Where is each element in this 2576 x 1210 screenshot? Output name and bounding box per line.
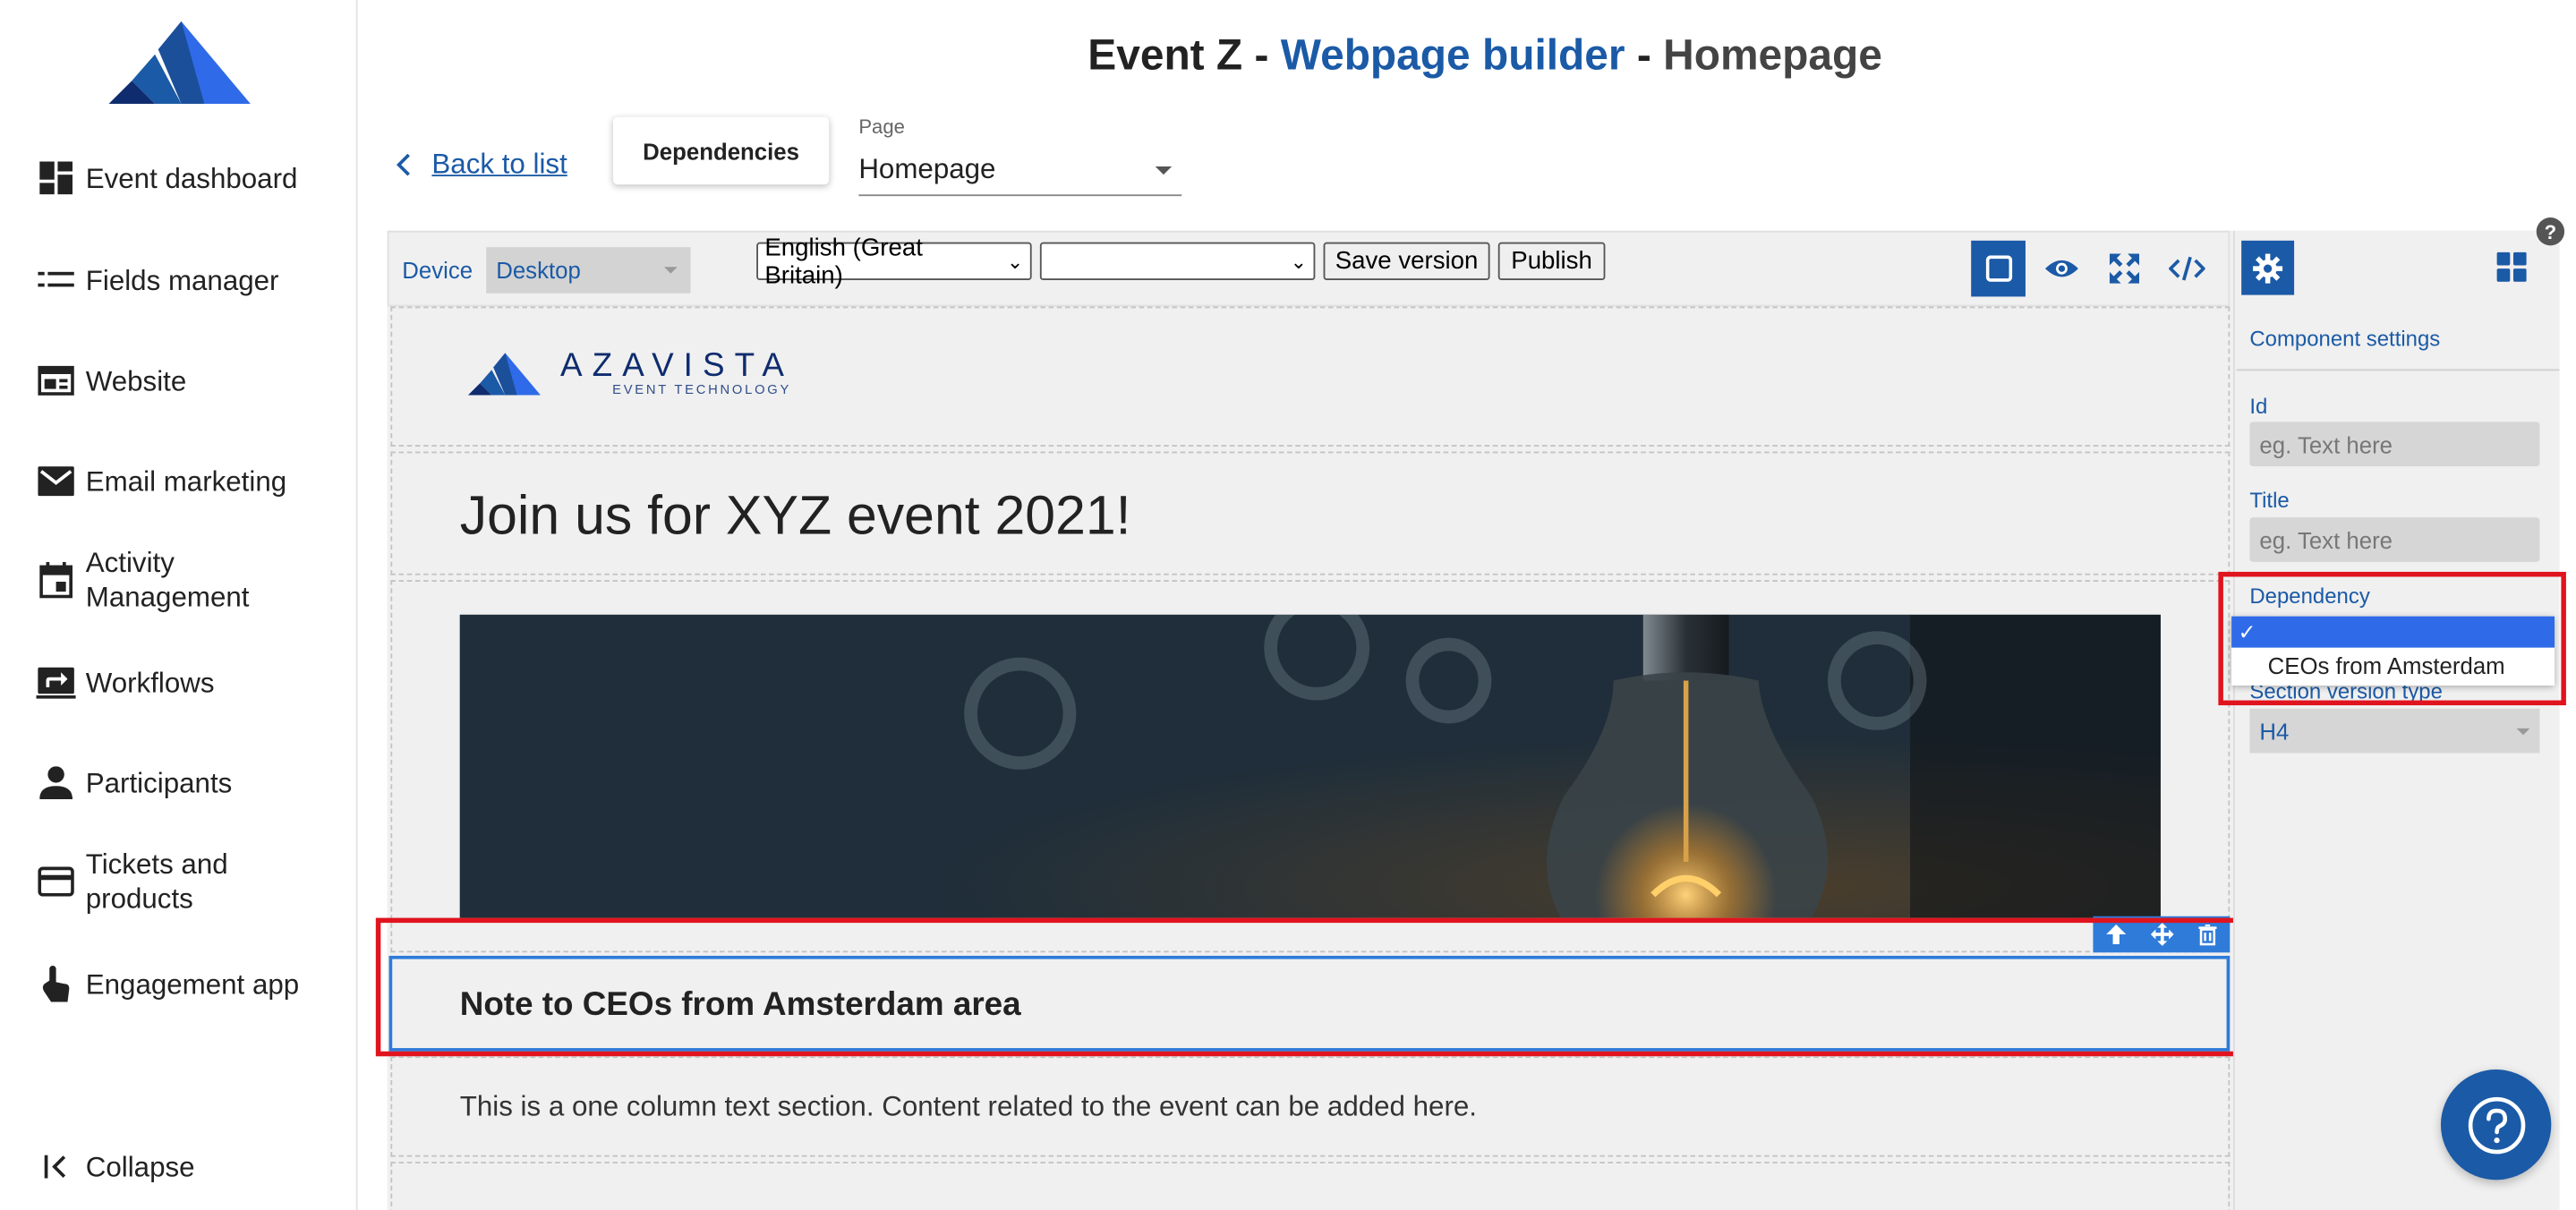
save-version-button[interactable]: Save version [1323, 242, 1490, 281]
gear-icon [2253, 252, 2283, 283]
sidebar-item-label: Website [85, 364, 187, 396]
sidebar-item-label: Participants [85, 767, 233, 799]
logo-wordmark: AZAVISTA [560, 347, 795, 385]
sidebar: Event dashboard Fields manager Website E… [0, 0, 358, 1210]
sidebar-item-workflows[interactable]: Workflows [36, 662, 215, 702]
page-label: Page [858, 115, 905, 139]
select-mode-button[interactable] [1971, 240, 2026, 297]
help-button[interactable] [2440, 1069, 2552, 1180]
workflow-icon [36, 662, 76, 702]
publish-button[interactable]: Publish [1497, 242, 1606, 281]
sidebar-item-participants[interactable]: Participants [37, 763, 233, 803]
device-label: Device [402, 257, 473, 284]
square-icon [1984, 255, 2012, 282]
sidebar-item-label: Fields manager [85, 264, 279, 296]
azavista-logo[interactable] [108, 21, 251, 105]
dashboard-icon [37, 158, 76, 198]
sidebar-item-engagement-app[interactable]: Engagement app [37, 964, 300, 1003]
highlight-box-dependency [2218, 571, 2566, 706]
language-select[interactable]: English (Great Britain) ⌄ [756, 234, 1032, 289]
sidebar-item-label: Email marketing [85, 465, 287, 498]
question-icon [2467, 1095, 2525, 1154]
dropdown-caret-icon [1155, 166, 1173, 175]
empty-section[interactable] [390, 1162, 2231, 1210]
blocks-tab[interactable] [2496, 251, 2527, 290]
sidebar-item-fields-manager[interactable]: Fields manager [37, 260, 279, 300]
sidebar-item-activity-management[interactable]: Activity Management [37, 545, 284, 614]
component-settings-tab[interactable] [2241, 240, 2295, 295]
person-icon [37, 763, 76, 803]
collapse-button[interactable]: Collapse [37, 1147, 195, 1187]
mail-icon [37, 462, 76, 501]
azavista-logo [467, 353, 541, 396]
version-select[interactable]: ⌄ [1039, 242, 1316, 281]
title-label: Title [2249, 488, 2290, 513]
chevron-down-icon: ⌄ [1006, 249, 1024, 273]
sidebar-item-tickets-and-products[interactable]: Tickets and products [37, 847, 251, 916]
collapse-icon [37, 1147, 76, 1187]
id-input[interactable]: eg. Text here [2249, 422, 2540, 467]
page-select[interactable]: Homepage [858, 145, 1182, 197]
highlight-box-note [375, 917, 2247, 1057]
sidebar-item-label: Engagement app [85, 967, 300, 1000]
code-icon [2168, 256, 2205, 281]
help-icon[interactable]: ? [2536, 217, 2565, 246]
dropdown-caret-icon [2516, 727, 2530, 735]
calendar-icon [37, 560, 76, 600]
grid-icon [2496, 251, 2527, 282]
back-to-list-link[interactable]: Back to list [396, 149, 567, 182]
chevron-left-icon [396, 153, 410, 176]
dropdown-caret-icon [664, 267, 678, 274]
sidebar-item-label: Tickets and products [85, 848, 228, 915]
sidebar-item-label: Workflows [85, 666, 215, 698]
component-settings-heading: Component settings [2249, 326, 2441, 352]
sidebar-item-event-dashboard[interactable]: Event dashboard [37, 158, 298, 198]
sidebar-item-email-marketing[interactable]: Email marketing [37, 462, 287, 501]
device-select[interactable]: Desktop [486, 247, 691, 294]
sidebar-item-label: Event dashboard [85, 162, 298, 194]
dependencies-button[interactable]: Dependencies [612, 116, 830, 185]
eye-icon [2044, 260, 2077, 277]
title-input[interactable]: eg. Text here [2249, 517, 2540, 562]
touch-icon [37, 964, 76, 1003]
fields-icon [37, 260, 76, 300]
website-icon [37, 361, 76, 400]
section-version-select[interactable]: H4 [2249, 708, 2540, 754]
title-builder-link[interactable]: Webpage builder [1281, 30, 1625, 79]
collapse-label: Collapse [85, 1151, 195, 1183]
hero-image [459, 614, 2161, 918]
headline-text: Join us for XYZ event 2021! [459, 484, 1131, 546]
logo-tagline: EVENT TECHNOLOGY [612, 382, 792, 397]
page-title: Event Z - Webpage builder - Homepage [1088, 30, 1882, 80]
chevron-down-icon: ⌄ [1290, 249, 1308, 273]
body-text: This is a one column text section. Conte… [459, 1090, 1478, 1122]
fullscreen-icon [2108, 253, 2139, 284]
sidebar-item-website[interactable]: Website [37, 361, 187, 400]
code-view-button[interactable] [2159, 241, 2213, 297]
fullscreen-button[interactable] [2096, 241, 2151, 297]
divider [2236, 369, 2560, 371]
preview-button[interactable] [2034, 241, 2088, 297]
card-icon [37, 862, 76, 901]
id-label: Id [2249, 394, 2268, 419]
canvas-logo: AZAVISTA EVENT TECHNOLOGY [467, 347, 795, 398]
sidebar-item-label: Activity Management [85, 547, 250, 613]
